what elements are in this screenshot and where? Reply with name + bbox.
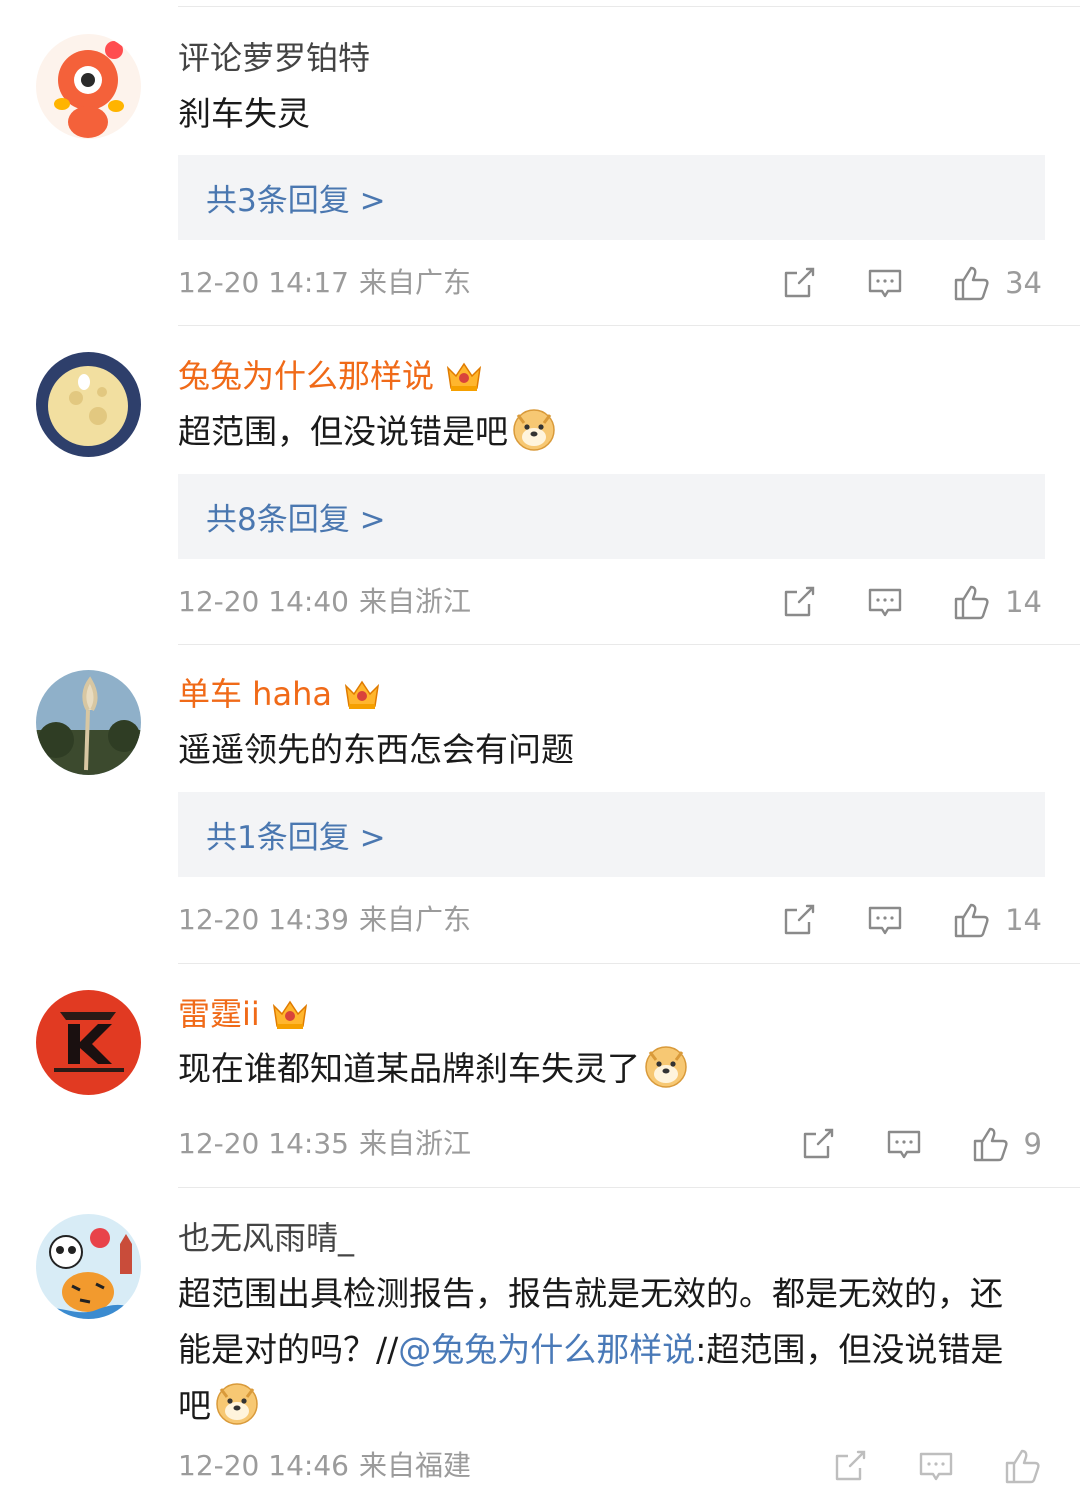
repost-icon[interactable]	[798, 1124, 838, 1164]
like-count: 14	[1005, 585, 1042, 619]
comment-text-content: 超范围，但没说错是吧	[178, 412, 508, 451]
action-bar: 14	[779, 900, 1042, 940]
view-replies-button[interactable]: 共8条回复 >	[178, 474, 1045, 559]
action-bar: 9	[798, 1124, 1042, 1164]
timestamp: 12-20 14:17	[178, 266, 349, 299]
doge-emoji-icon	[216, 1383, 258, 1425]
action-bar: 14	[779, 582, 1042, 622]
vip-crown-icon	[446, 362, 482, 391]
ip-location: 来自浙江	[358, 585, 471, 618]
ip-location: 来自浙江	[358, 1127, 471, 1160]
comment-icon[interactable]	[884, 1124, 924, 1164]
like-count: 9	[1023, 1127, 1042, 1161]
divider	[178, 963, 1080, 964]
comment-meta: 12-20 14:35 来自浙江	[178, 1124, 471, 1164]
comment-text: 超范围出具检测报告，报告就是无效的。都是无效的，还能是对的吗？//@兔兔为什么那…	[178, 1266, 1018, 1434]
like-button[interactable]: 14	[951, 582, 1042, 622]
avatar[interactable]	[36, 352, 141, 457]
user-name[interactable]: 评论萝罗铂特	[178, 36, 370, 80]
timestamp: 12-20 14:35	[178, 1127, 349, 1160]
timestamp: 12-20 14:40	[178, 585, 349, 618]
like-icon	[954, 585, 989, 620]
doge-emoji-icon	[645, 1046, 687, 1088]
user-name[interactable]: 也无风雨晴_	[178, 1216, 354, 1260]
timestamp: 12-20 14:39	[178, 903, 349, 936]
like-count: 34	[1005, 266, 1042, 300]
divider	[178, 6, 1080, 7]
comment-text: 现在谁都知道某品牌刹车失灵了	[178, 1041, 1038, 1097]
comment-meta: 12-20 14:46 来自福建	[178, 1446, 471, 1486]
divider	[178, 644, 1080, 645]
repost-icon[interactable]	[779, 582, 819, 622]
user-mention-link[interactable]: @兔兔为什么那样说	[398, 1330, 695, 1369]
like-button[interactable]: 14	[951, 900, 1042, 940]
like-button[interactable]	[1002, 1446, 1042, 1486]
like-button[interactable]: 34	[951, 263, 1042, 303]
repost-icon[interactable]	[779, 263, 819, 303]
like-icon	[973, 1127, 1008, 1162]
avatar[interactable]	[36, 670, 141, 775]
comment-icon[interactable]	[916, 1446, 956, 1486]
timestamp: 12-20 14:46	[178, 1449, 349, 1482]
like-count: 14	[1005, 903, 1042, 937]
user-name[interactable]: 雷霆ii	[178, 992, 260, 1036]
like-icon	[954, 903, 989, 938]
view-replies-button[interactable]: 共1条回复 >	[178, 792, 1045, 877]
vip-crown-icon	[344, 680, 380, 709]
divider	[178, 1187, 1080, 1188]
repost-icon[interactable]	[830, 1446, 870, 1486]
comment-icon[interactable]	[865, 582, 905, 622]
avatar[interactable]	[36, 1214, 141, 1319]
like-button[interactable]: 9	[970, 1124, 1042, 1164]
vip-crown-icon	[272, 1000, 307, 1029]
action-bar	[830, 1446, 1042, 1486]
ip-location: 来自广东	[358, 903, 471, 936]
user-name[interactable]: 单车 haha	[178, 672, 332, 716]
repost-icon[interactable]	[779, 900, 819, 940]
comment-icon[interactable]	[865, 263, 905, 303]
ip-location: 来自福建	[358, 1449, 471, 1482]
ip-location: 来自广东	[358, 266, 471, 299]
comment-text-content: 现在谁都知道某品牌刹车失灵了	[178, 1049, 640, 1088]
like-icon	[1005, 1449, 1040, 1484]
comment-meta: 12-20 14:39 来自广东	[178, 900, 471, 940]
comment-icon[interactable]	[865, 900, 905, 940]
action-bar: 34	[779, 263, 1042, 303]
comment-meta: 12-20 14:40 来自浙江	[178, 582, 471, 622]
comment-text: 刹车失灵	[178, 94, 310, 133]
divider	[178, 325, 1080, 326]
user-name[interactable]: 兔兔为什么那样说	[178, 354, 434, 398]
avatar[interactable]	[36, 990, 141, 1095]
comment-meta: 12-20 14:17 来自广东	[178, 263, 471, 303]
comment-text: 超范围，但没说错是吧	[178, 404, 1038, 460]
comment-text: 遥遥领先的东西怎会有问题	[178, 730, 574, 769]
like-icon	[954, 266, 989, 301]
avatar[interactable]	[36, 34, 141, 139]
view-replies-button[interactable]: 共3条回复 >	[178, 155, 1045, 240]
doge-emoji-icon	[513, 409, 555, 451]
